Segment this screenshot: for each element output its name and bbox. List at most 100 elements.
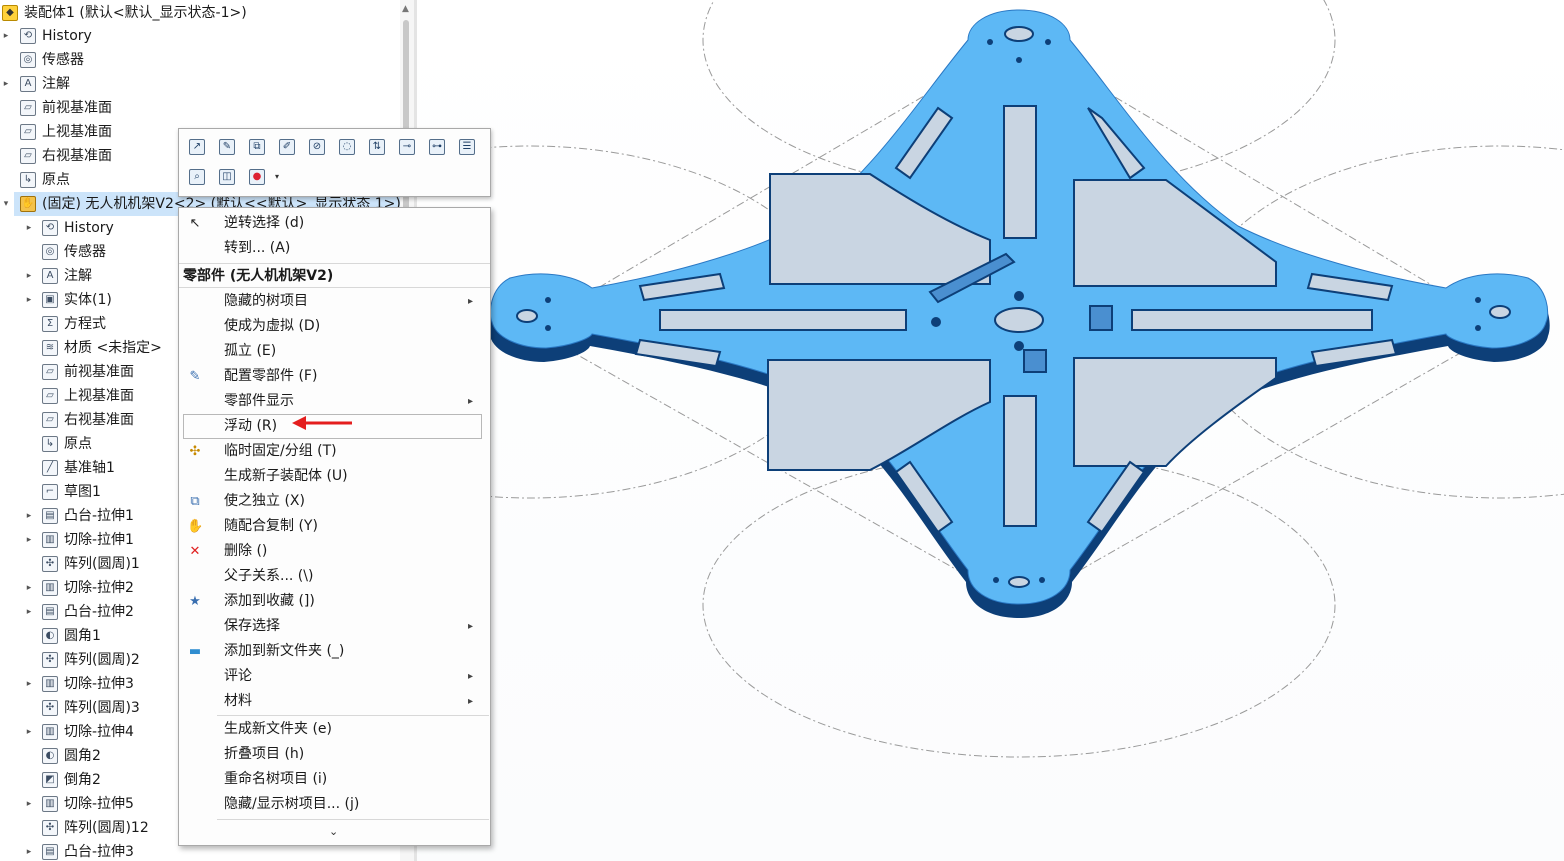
context-toolbar: ↗ ✎ ⧉ ✐ ⊘ ◌ ⇅ ⊸ ⊶ ☰ ⌕ ◫ ● ▾ [178,128,491,197]
change-transparency-button[interactable]: ◌ [336,136,358,158]
tree-item-label: 阵列(圆周)1 [64,556,140,572]
menu-item-label: 使成为虚拟 (D) [224,318,321,334]
menu-item[interactable]: 父子关系... (\) [179,564,490,589]
zoom-to-selection-button[interactable]: ⌕ [186,166,208,188]
history-icon: ⟲ [20,28,36,44]
menu-item[interactable]: 孤立 (E) [179,339,490,364]
tree-expander-icon[interactable]: ▾ [1,192,11,216]
menu-separator [217,819,489,820]
tree-item[interactable]: ▱ 前视基准面 [0,96,400,120]
menu-item[interactable]: ✣ 临时固定/分组 (T) [179,439,490,464]
context-menu: ↖ 逆转选择 (d) 转到... (A) 零部件 (无人机机架V2) 隐藏的树项目 ▸ 使成… [178,207,491,846]
edit-part-button[interactable]: ✎ [216,136,238,158]
menu-item[interactable]: 生成新文件夹 (e) [179,717,490,742]
menu-item[interactable]: 重命名树项目 (i) [179,767,490,792]
tree-item-label: 传感器 [64,244,106,260]
tree-item[interactable]: ◎ 传感器 [0,48,400,72]
menu-section-title: 零部件 (无人机机架V2) [183,268,334,284]
temp-fix-icon: ✣ [189,444,201,459]
menu-item[interactable]: 保存选择 ▸ [179,614,490,639]
circular-pattern-icon: ✣ [42,820,58,836]
tree-item-label: 注解 [64,268,92,284]
menu-item[interactable]: 零部件显示 ▸ [179,389,490,414]
material-icon: ≋ [42,340,58,356]
tree-expander-icon[interactable]: ▸ [24,672,34,696]
appearance-dropdown-icon[interactable]: ▾ [275,172,279,181]
menu-item[interactable]: 隐藏/显示树项目... (j) [179,792,490,817]
plane-icon: ▱ [42,412,58,428]
tree-expander-icon[interactable]: ▸ [24,288,34,312]
tree-item-label: 切除-拉伸1 [64,532,134,548]
open-assembly-button[interactable]: ⧉ [246,136,268,158]
menu-item[interactable]: 材料 ▸ [179,689,490,714]
tree-expander-icon[interactable]: ▸ [24,600,34,624]
menu-item[interactable]: ⧉ 使之独立 (X) [179,489,490,514]
appearance-button[interactable]: ● [246,166,268,188]
view-mates-button[interactable]: ⊶ [426,136,448,158]
properties-button[interactable]: ☰ [456,136,478,158]
add-mate-button[interactable]: ⊸ [396,136,418,158]
menu-item-label: 保存选择 [224,618,280,634]
tree-item-label: 凸台-拉伸3 [64,844,134,860]
tree-item-label: 草图1 [64,484,101,500]
tree-item[interactable]: ▸ ⟲ History [0,24,400,48]
history-icon: ⟲ [42,220,58,236]
fix-component-button[interactable]: ⇅ [366,136,388,158]
tree-item[interactable]: ◆ 装配体1 (默认<默认_显示状态-1>) [0,1,400,25]
change-transparency-icon: ◌ [339,139,355,155]
menu-item-label: 添加到收藏 (]) [224,593,315,609]
annotation-icon: A [42,268,58,284]
menu-item[interactable]: ↖ 逆转选择 (d) [179,211,490,236]
tree-expander-icon[interactable]: ▸ [24,216,34,240]
tree-expander-icon[interactable]: ▸ [1,24,11,48]
menu-item[interactable]: ✎ 配置零部件 (F) [179,364,490,389]
menu-item-label: 零部件显示 [224,393,294,409]
tree-expander-icon[interactable]: ▸ [1,72,11,96]
tree-expander-icon[interactable]: ▸ [24,720,34,744]
menu-item[interactable]: ✋ 随配合复制 (Y) [179,514,490,539]
menu-item-label: 材料 [224,693,252,709]
menu-item[interactable]: 评论 ▸ [179,664,490,689]
graphics-viewport[interactable] [417,0,1564,861]
menu-item-label: 删除 () [224,543,268,559]
tree-item-label: 方程式 [64,316,106,332]
circular-pattern-icon: ✣ [42,652,58,668]
menu-separator [217,715,489,716]
expand-menu-chevron-icon[interactable]: ⌄ [329,825,338,838]
plane-icon: ▱ [42,388,58,404]
tree-expander-icon[interactable]: ▸ [24,840,34,861]
menu-item[interactable]: 转到... (A) [179,236,490,261]
tree-expander-icon[interactable]: ▸ [24,576,34,600]
tree-item-label: 注解 [42,76,70,92]
menu-item[interactable]: ▬ 添加到新文件夹 (_) [179,639,490,664]
configure-component-button[interactable]: ✐ [276,136,298,158]
tree-item-label: 材质 <未指定> [64,340,162,356]
annotation-icon: A [20,76,36,92]
drone-frame-model[interactable] [417,0,1564,861]
open-part-button[interactable]: ↗ [186,136,208,158]
tree-expander-icon[interactable]: ▸ [24,504,34,528]
tree-item-label: 右视基准面 [42,148,112,164]
tree-expander-icon[interactable]: ▸ [24,792,34,816]
menu-item[interactable]: 生成新子装配体 (U) [179,464,490,489]
equations-icon: Σ [42,316,58,332]
menu-item[interactable]: 隐藏的树项目 ▸ [179,289,490,314]
scroll-up-arrow-icon[interactable]: ▲ [402,4,409,14]
plane-icon: ▱ [20,148,36,164]
tree-item[interactable]: ▸ A 注解 [0,72,400,96]
cut-extrude-icon: ▥ [42,796,58,812]
menu-item[interactable]: 使成为虚拟 (D) [179,314,490,339]
isolate-button[interactable]: ◫ [216,166,238,188]
hide-component-icon: ⊘ [309,139,325,155]
add-mate-icon: ⊸ [399,139,415,155]
tree-item-label: 阵列(圆周)2 [64,652,140,668]
boss-extrude-icon: ▤ [42,604,58,620]
menu-item[interactable]: ★ 添加到收藏 (]) [179,589,490,614]
tree-expander-icon[interactable]: ▸ [24,528,34,552]
cut-extrude-icon: ▥ [42,580,58,596]
menu-item[interactable]: 折叠项目 (h) [179,742,490,767]
hide-component-button[interactable]: ⊘ [306,136,328,158]
menu-item[interactable]: ✕ 删除 () [179,539,490,564]
tree-item-label: 凸台-拉伸2 [64,604,134,620]
tree-expander-icon[interactable]: ▸ [24,264,34,288]
